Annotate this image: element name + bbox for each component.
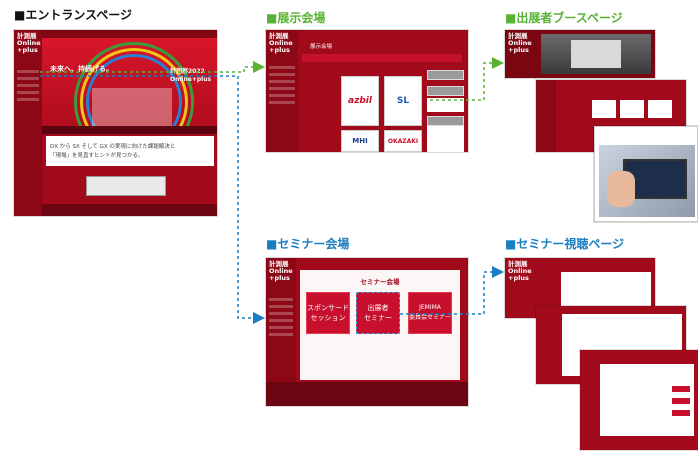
booth-card-grey-2[interactable] (427, 86, 464, 96)
entrance-ticker (42, 126, 217, 134)
entrance-hero-brand: 計測展2022 Online+plus (170, 68, 212, 83)
entrance-hero-text: 未来へ、持続げる。 (50, 65, 113, 73)
viewing-title: ■セミナー視聴ページ (505, 237, 625, 251)
booth-video-screenshot[interactable] (594, 126, 698, 222)
entrance-footer (42, 204, 217, 216)
entrance-body-line2: 「現場」を見直すヒントが見つかる。 (50, 153, 144, 159)
booth-thumb-1[interactable] (592, 100, 616, 118)
booth-card-small[interactable] (427, 98, 464, 112)
exhibitor-seminar-button[interactable]: 出展者 セミナー (356, 292, 400, 334)
seminar-footer (266, 382, 468, 406)
viewing-logo: 計測展 Online +plus (508, 260, 532, 282)
booth-card-okazaki[interactable]: OKAZAKI (384, 130, 422, 152)
seminar-heading: セミナー会場 (360, 278, 400, 286)
seminar-screenshot[interactable]: 計測展 Online +plus セミナー会場 スポンサード セッション 出展者… (266, 258, 468, 406)
entrance-topbar (42, 30, 217, 38)
booth-thumb-3[interactable] (648, 100, 672, 118)
jemima-seminar-button[interactable]: JEMIMA 委員会セミナー (408, 292, 452, 334)
booth-page-sidebar (536, 80, 556, 152)
exhibition-heading: 展示会場 (310, 44, 333, 50)
viewing-screenshot-3[interactable] (580, 350, 698, 450)
exhibition-title: ■展示会場 (266, 11, 326, 25)
booth-sl-label: SL (396, 96, 410, 106)
exhibition-screenshot[interactable]: 計測展 Online +plus 展示会場 azbil SL MHI OKAZA… (266, 30, 468, 152)
booth-3d-view (541, 34, 651, 74)
exhibition-logo: 計測展 Online +plus (269, 32, 293, 54)
entrance-sidebar: 計測展 Online +plus (14, 30, 42, 216)
sponsored-session-button[interactable]: スポンサード セッション (306, 292, 350, 334)
booth-card-sl[interactable]: SL (384, 76, 422, 126)
booth-title: ■出展者ブースページ (505, 11, 623, 25)
entrance-enter-button[interactable] (86, 176, 166, 196)
entrance-screenshot[interactable]: 計測展 Online +plus 未来へ、持続げる。 計測展2022 Onlin… (14, 30, 217, 216)
booth-card-mhi[interactable]: MHI (341, 130, 379, 152)
booth-card-grey-3[interactable] (427, 116, 464, 126)
booth-page-logo: 計測展 Online +plus (508, 32, 532, 54)
booth-page-screenshot-1[interactable]: 計測展 Online +plus (505, 30, 655, 78)
booth-video-image (599, 145, 695, 217)
booth-card-azbil[interactable]: azbil (341, 76, 379, 126)
booth-card-grey-1[interactable] (427, 70, 464, 80)
exhibition-sidebar: 計測展 Online +plus (266, 30, 298, 152)
booth-azbil-label: azbil (348, 96, 372, 106)
entrance-title: ■エントランスページ (14, 8, 133, 22)
exhibition-filter-bar[interactable] (302, 54, 462, 62)
entrance-hero: 未来へ、持続げる。 計測展2022 Online+plus (42, 38, 217, 126)
booth-mhi-label: MHI (352, 137, 368, 145)
seminar-title: ■セミナー会場 (266, 237, 350, 251)
booth-okazaki-label: OKAZAKI (387, 137, 419, 145)
viewing-register-panel (600, 364, 694, 436)
booth-card-tokyo[interactable] (427, 126, 464, 152)
booth-thumb-2[interactable] (620, 100, 644, 118)
entrance-body-line1: DX から SX そして GX の実現に向けた課題解決と (50, 144, 176, 150)
entrance-logo: 計測展 Online +plus (17, 32, 41, 54)
seminar-logo: 計測展 Online +plus (269, 260, 293, 282)
entrance-intro-box: DX から SX そして GX の実現に向けた課題解決と 「現場」を見直すヒント… (46, 136, 214, 166)
